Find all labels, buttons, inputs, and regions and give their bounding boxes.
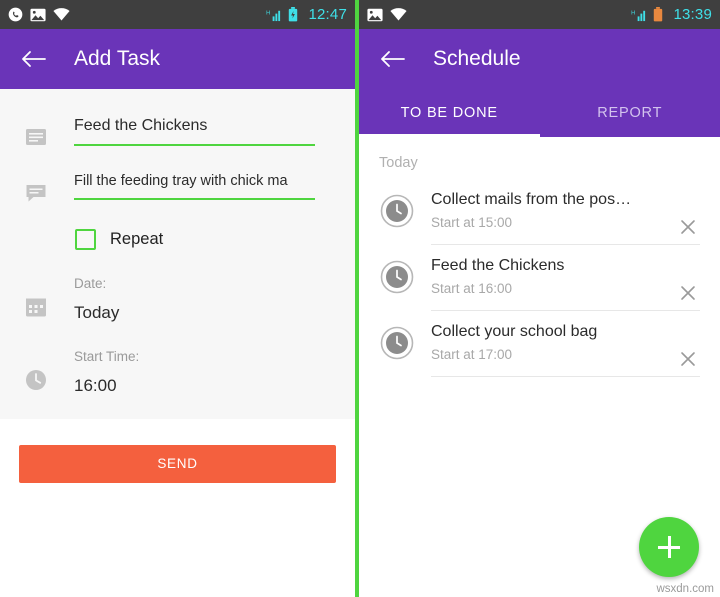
task-description-underline (74, 198, 315, 200)
svg-text:H: H (267, 10, 271, 16)
comment-icon (20, 173, 52, 203)
arrow-back-icon[interactable] (18, 44, 48, 74)
clock-icon (379, 325, 415, 361)
subject-icon (20, 117, 52, 147)
task-title-underline (74, 144, 315, 146)
status-clock-right: 13:39 (673, 6, 712, 23)
date-label: Date: (74, 276, 107, 291)
repeat-label: Repeat (110, 230, 164, 248)
battery-icon (653, 7, 663, 22)
list-item[interactable]: Collect your school bag Start at 17:00 (359, 311, 720, 377)
app-bar-left: Add Task (0, 29, 355, 89)
list-item-title: Collect mails from the pos… (431, 191, 632, 208)
list-item-main: Collect your school bag Start at 17:00 (431, 323, 700, 377)
clock-icon (379, 259, 415, 295)
task-description-row: Fill the feeding tray with chick ma (0, 173, 355, 203)
photos-icon (367, 8, 383, 22)
photos-icon (30, 8, 46, 22)
status-icons-right-right: H 13:39 (631, 6, 712, 23)
task-list: Today Collect mails from the pos… Start … (359, 137, 720, 597)
page-title: Schedule (433, 47, 521, 70)
list-item-title: Feed the Chickens (431, 257, 565, 274)
tab-report[interactable]: REPORT (540, 89, 720, 137)
add-task-fab[interactable] (639, 517, 699, 577)
repeat-checkbox[interactable] (75, 229, 96, 250)
battery-icon (288, 7, 298, 22)
task-description-value: Fill the feeding tray with chick ma (74, 173, 288, 189)
close-icon[interactable] (678, 217, 698, 237)
wifi-icon (53, 8, 70, 21)
list-item-subtitle: Start at 16:00 (431, 281, 513, 296)
date-value: Today (74, 303, 120, 322)
tab-to-be-done[interactable]: TO BE DONE (359, 89, 540, 137)
status-icons-right: H 12:47 (266, 6, 347, 23)
whatsapp-icon (8, 7, 23, 22)
schedule-screen: H 13:39 Schedule TO BE DONE REPORT Today (359, 0, 720, 597)
wifi-icon (390, 8, 407, 21)
app-bar-right: Schedule (359, 29, 720, 89)
list-item[interactable]: Feed the Chickens Start at 16:00 (359, 245, 720, 311)
status-bar-right: H 13:39 (359, 0, 720, 29)
close-icon[interactable] (678, 349, 698, 369)
clock-icon (20, 349, 52, 391)
list-item[interactable]: Collect mails from the pos… Start at 15:… (359, 179, 720, 245)
add-task-screen: H 12:47 Add Task Feed the Chickens Fill … (0, 0, 359, 597)
start-time-value: 16:00 (74, 376, 117, 395)
section-label-today: Today (379, 155, 418, 171)
calendar-icon (20, 276, 52, 318)
schedule-tabs: TO BE DONE REPORT (359, 89, 720, 137)
list-item-main: Feed the Chickens Start at 16:00 (431, 257, 700, 311)
svg-text:H: H (632, 10, 636, 16)
watermark: wsxdn.com (656, 583, 714, 595)
list-item-subtitle: Start at 17:00 (431, 347, 513, 362)
start-time-row[interactable]: Start Time: 16:00 (0, 349, 355, 396)
send-button[interactable]: SEND (19, 444, 336, 483)
send-button-container: SEND (0, 419, 355, 508)
date-block: Date: Today (74, 276, 119, 323)
task-title-value: Feed the Chickens (74, 117, 208, 134)
signal-icon: H (266, 8, 283, 22)
task-title-row: Feed the Chickens (0, 117, 355, 147)
clock-icon (379, 193, 415, 229)
status-icons-left (8, 7, 266, 22)
list-item-subtitle: Start at 15:00 (431, 215, 513, 230)
list-item-title: Collect your school bag (431, 323, 598, 340)
status-bar-left: H 12:47 (0, 0, 355, 29)
task-description-field[interactable]: Fill the feeding tray with chick ma (74, 173, 315, 200)
screenshot-root: H 12:47 Add Task Feed the Chickens Fill … (0, 0, 720, 597)
add-task-form: Feed the Chickens Fill the feeding tray … (0, 89, 355, 508)
repeat-row[interactable]: Repeat (0, 229, 355, 250)
status-clock-left: 12:47 (308, 6, 347, 23)
page-title: Add Task (74, 47, 160, 70)
signal-icon: H (631, 8, 648, 22)
list-item-main: Collect mails from the pos… Start at 15:… (431, 191, 700, 245)
start-time-block: Start Time: 16:00 (74, 349, 139, 396)
date-row[interactable]: Date: Today (0, 276, 355, 323)
task-title-field[interactable]: Feed the Chickens (74, 117, 315, 146)
close-icon[interactable] (678, 283, 698, 303)
plus-icon-vertical (667, 536, 671, 558)
status-icons-left-right (367, 8, 631, 22)
arrow-back-icon[interactable] (377, 44, 407, 74)
start-time-label: Start Time: (74, 349, 140, 364)
